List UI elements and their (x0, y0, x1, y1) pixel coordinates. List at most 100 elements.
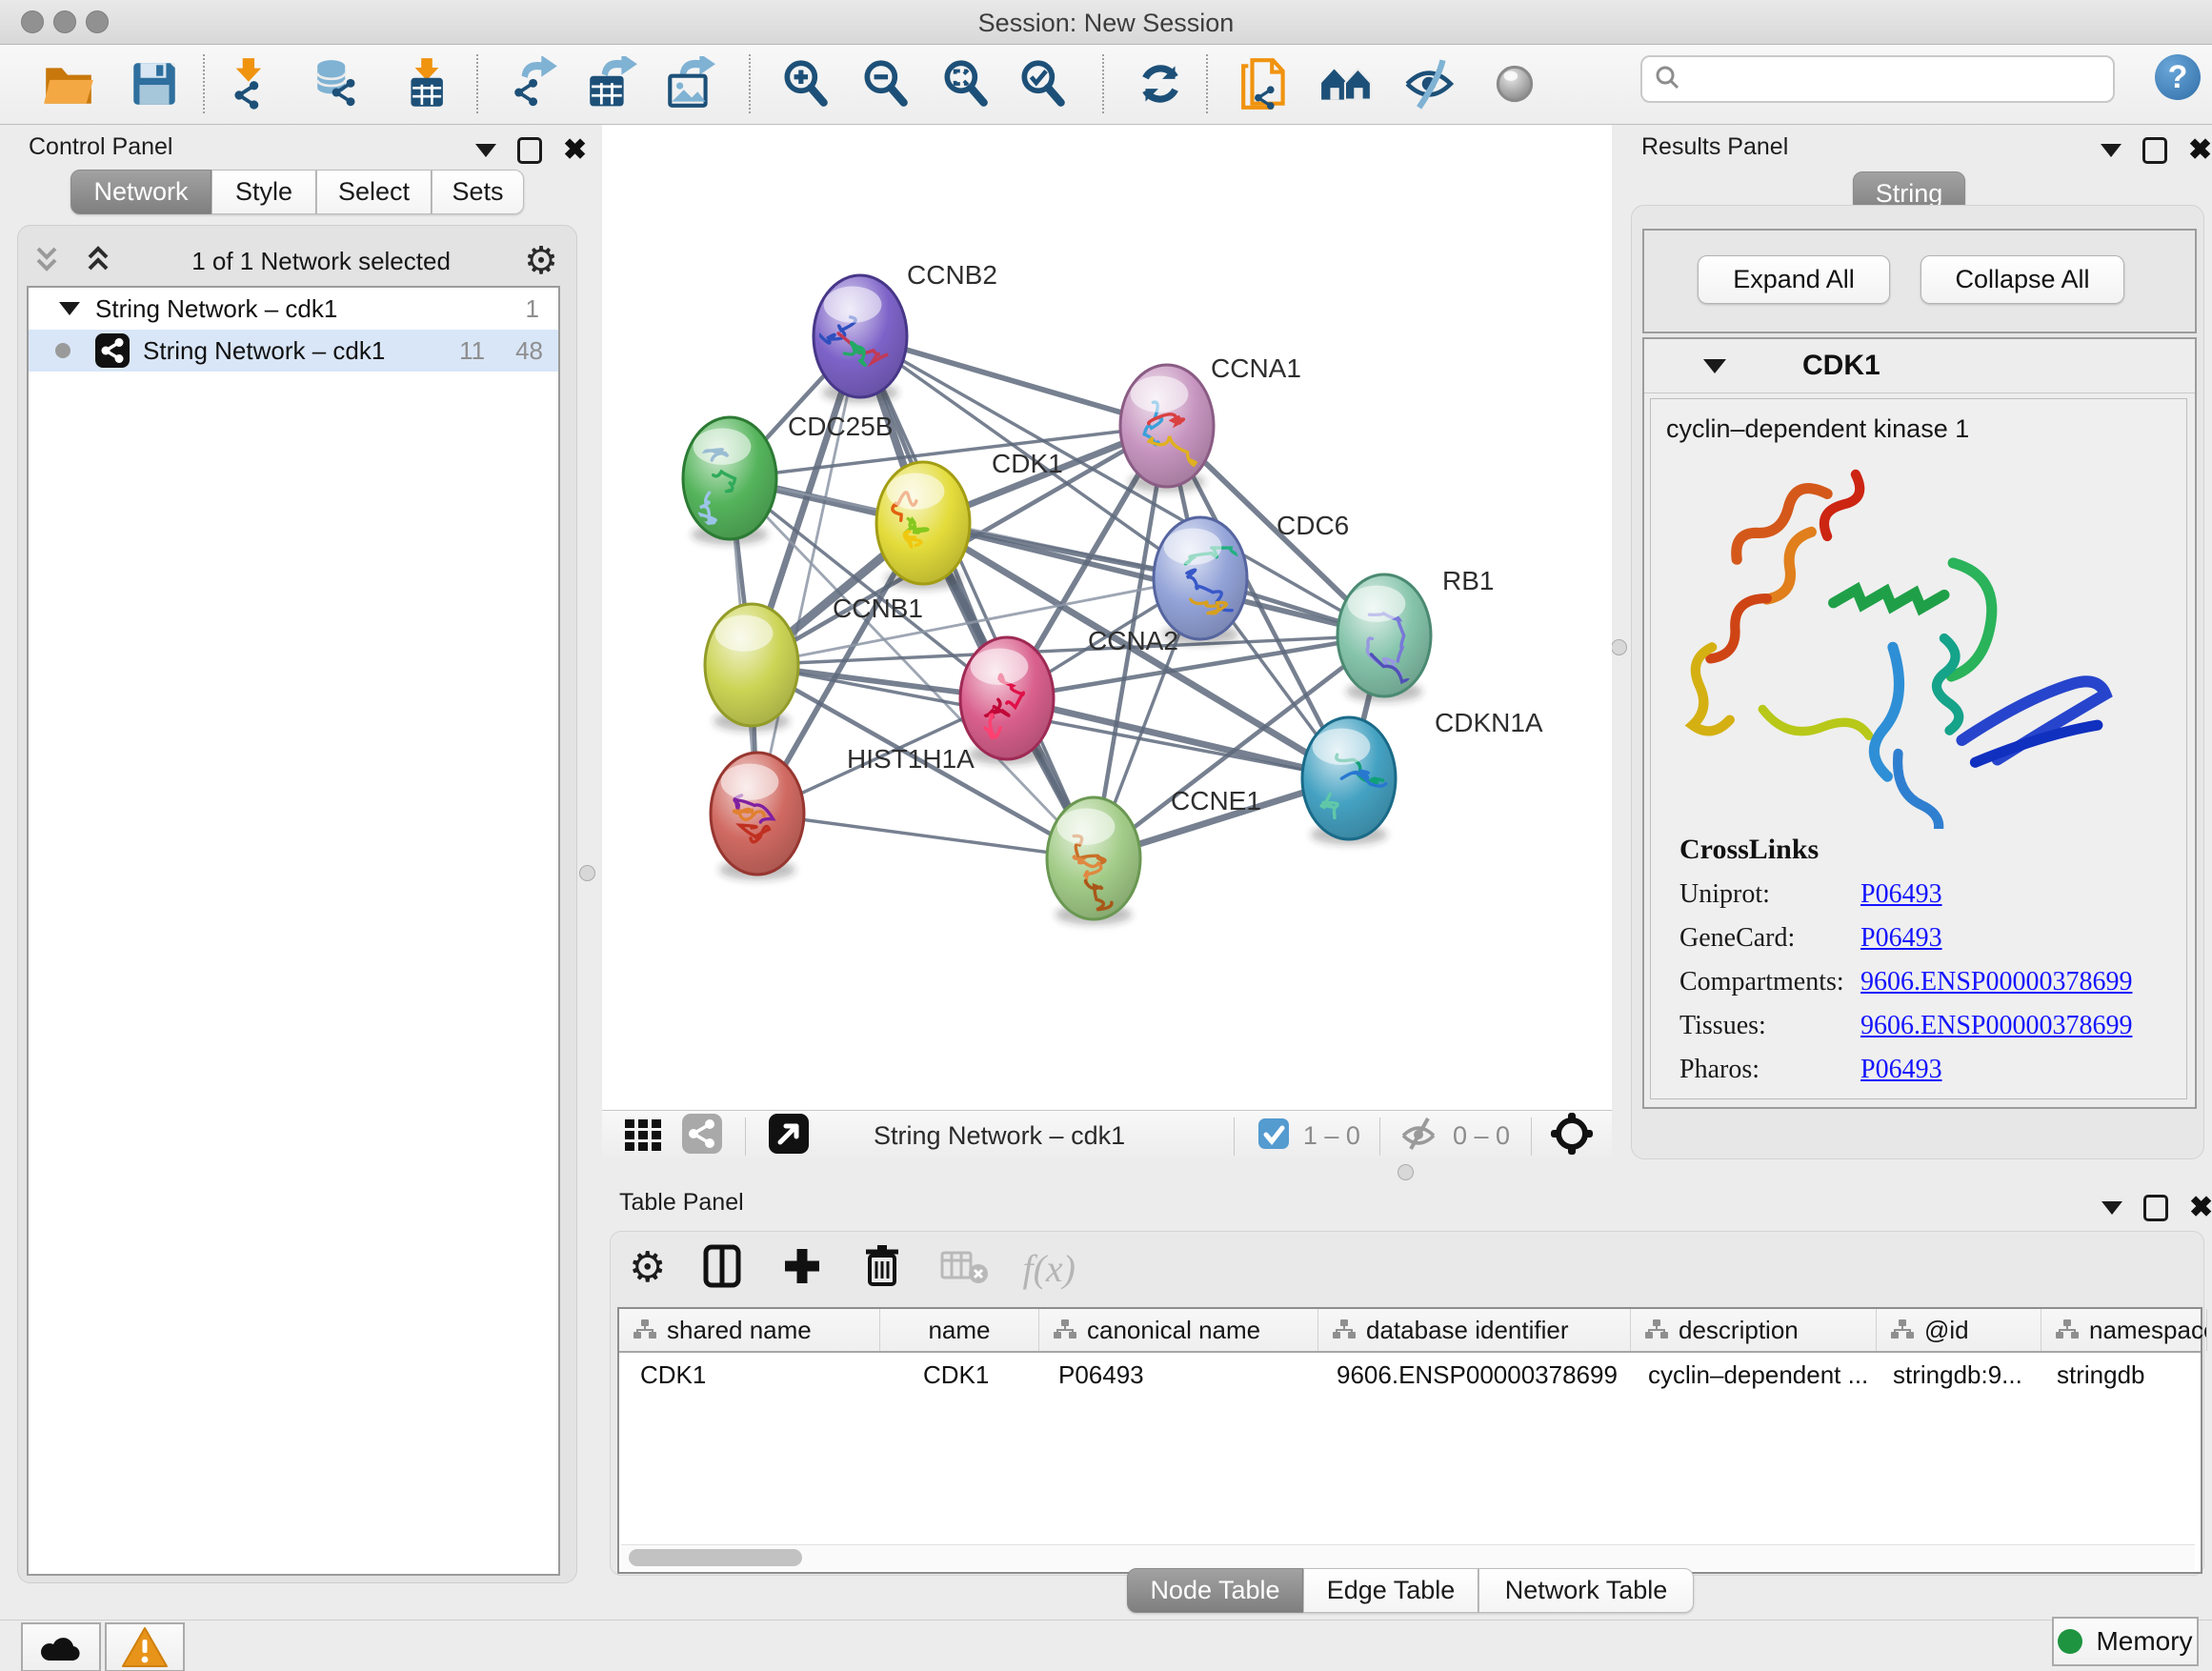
network-from-selection-icon[interactable] (1238, 56, 1294, 111)
column-header--id[interactable]: @id (1877, 1309, 2041, 1351)
network-share-icon[interactable] (680, 1112, 724, 1160)
session-home-icon[interactable] (1318, 56, 1374, 111)
apply-layout-icon[interactable] (1133, 56, 1188, 111)
selected-checkbox-icon[interactable] (1257, 1117, 1290, 1155)
crosslink-link[interactable]: P06493 (1860, 1055, 1942, 1085)
hidden-eye-slash-icon[interactable] (1398, 1115, 1439, 1158)
column-header-description[interactable]: description (1631, 1309, 1877, 1351)
network-node-ccnb2[interactable]: CCNB2 (814, 260, 997, 403)
zoom-out-icon[interactable] (858, 56, 914, 111)
protein-section: CDK1 cyclin–dependent kinase 1 (1642, 337, 2197, 1109)
column-header-canonical-name[interactable]: canonical name (1039, 1309, 1318, 1351)
collapse-panel-icon[interactable] (2101, 144, 2122, 157)
column-header-database-identifier[interactable]: database identifier (1318, 1309, 1631, 1351)
export-image-icon[interactable] (662, 56, 717, 111)
cloud-button[interactable] (21, 1622, 101, 1671)
crosslink-label: Uniprot: (1679, 879, 1860, 910)
node-label: CCNB2 (907, 260, 997, 290)
close-panel-icon[interactable]: ✖ (2189, 1198, 2212, 1218)
export-table-icon[interactable] (584, 56, 639, 111)
zoom-selected-icon[interactable] (1016, 56, 1071, 111)
table-cell: stringdb:9... (1872, 1353, 2036, 1393)
horizontal-splitter-handle[interactable] (1398, 1164, 1414, 1180)
network-options-gear-icon[interactable]: ⚙ (524, 242, 558, 280)
control-panel-tabs: NetworkStyleSelectSets (70, 170, 524, 214)
network-node-cdk1[interactable]: CDK1 (876, 449, 1063, 590)
search-input[interactable] (1690, 65, 2113, 94)
detach-view-icon[interactable] (767, 1112, 811, 1160)
network-node-cdc6[interactable]: CDC6 (1154, 511, 1349, 645)
graphics-details-icon[interactable] (1401, 56, 1457, 111)
protein-section-header[interactable]: CDK1 (1644, 339, 2195, 393)
warning-button[interactable] (105, 1622, 185, 1671)
column-header-namespace[interactable]: namespace (2041, 1309, 2207, 1351)
table-horizontal-scrollbar[interactable] (621, 1544, 2195, 1570)
network-row[interactable]: String Network – cdk1 11 48 (29, 330, 558, 372)
zoom-in-icon[interactable] (778, 56, 834, 111)
table-settings-gear-icon[interactable]: ⚙ (629, 1247, 666, 1289)
help-button[interactable]: ? (2155, 54, 2201, 100)
network-node-hist1h1a[interactable]: HIST1H1A (711, 744, 975, 880)
expand-all-button[interactable]: Expand All (1698, 255, 1890, 304)
memory-button[interactable]: Memory (2052, 1617, 2199, 1666)
float-panel-icon[interactable] (517, 137, 542, 164)
crosslink-link[interactable]: P06493 (1860, 923, 1942, 954)
collapse-all-networks-icon[interactable] (29, 243, 67, 280)
network-edge[interactable] (757, 336, 860, 814)
collapse-all-button[interactable]: Collapse All (1920, 255, 2124, 304)
tab-edge-table[interactable]: Edge Table (1303, 1568, 1478, 1613)
birdseye-view-icon[interactable] (1487, 56, 1542, 111)
column-header-shared-name[interactable]: shared name (619, 1309, 880, 1351)
network-node-count: 11 (459, 336, 485, 366)
delete-column-icon[interactable] (858, 1242, 906, 1295)
crosshair-target-icon[interactable] (1549, 1111, 1595, 1161)
canvas-results-splitter[interactable] (1612, 125, 1625, 1160)
float-panel-icon[interactable] (2142, 137, 2167, 164)
network-collection-row[interactable]: String Network – cdk1 1 (29, 288, 558, 330)
table-row[interactable]: CDK1CDK1P064939606.ENSP00000378699cyclin… (619, 1353, 2201, 1393)
column-header-name[interactable]: name (880, 1309, 1039, 1351)
open-file-icon[interactable] (41, 56, 96, 111)
network-canvas[interactable]: CCNB2 CCNA1 CDC25B CDK1 CDC6 RB1 CCNB1 C… (602, 125, 1612, 1110)
network-view-toolbar: String Network – cdk1 1 – 0 0 – 0 (602, 1110, 1612, 1161)
search-box[interactable] (1640, 55, 2115, 103)
table-panel: Table Panel ✖ ⚙ f(x) shared namenamecano (598, 1183, 2212, 1579)
tab-style[interactable]: Style (211, 170, 316, 214)
show-columns-icon[interactable] (698, 1242, 746, 1295)
float-panel-icon[interactable] (2143, 1195, 2168, 1221)
control-canvas-splitter-handle[interactable] (579, 865, 595, 881)
network-node-ccna2[interactable]: CCNA2 (960, 626, 1178, 765)
tab-sets[interactable]: Sets (432, 170, 524, 214)
network-node-ccne1[interactable]: CCNE1 (1047, 786, 1261, 925)
close-panel-icon[interactable]: ✖ (2188, 140, 2212, 161)
export-network-icon[interactable] (506, 56, 561, 111)
results-panel: Results Panel ✖ String Expand All Collap… (1624, 124, 2212, 1177)
expand-all-networks-icon[interactable] (80, 243, 118, 280)
collapse-panel-icon[interactable] (2101, 1201, 2122, 1215)
collapse-panel-icon[interactable] (475, 144, 496, 157)
network-edge[interactable] (757, 814, 1094, 858)
collection-name: String Network – cdk1 (95, 294, 337, 324)
protein-expander-icon[interactable] (1703, 359, 1726, 373)
node-label: CDKN1A (1435, 708, 1543, 737)
crosslink-link[interactable]: 9606.ENSP00000378699 (1860, 967, 2132, 997)
grid-view-icon[interactable] (621, 1112, 665, 1160)
tab-network[interactable]: Network (70, 170, 211, 214)
scrollbar-thumb[interactable] (629, 1549, 802, 1566)
tab-node-table[interactable]: Node Table (1127, 1568, 1303, 1613)
tab-select[interactable]: Select (316, 170, 432, 214)
crosslink-link[interactable]: P06493 (1860, 879, 1942, 910)
crosslink-link[interactable]: 9606.ENSP00000378699 (1860, 1011, 2132, 1041)
network-node-rb1[interactable]: RB1 (1337, 566, 1494, 702)
import-network-file-icon[interactable] (224, 56, 279, 111)
save-session-icon[interactable] (127, 56, 182, 111)
title-bar: Session: New Session (0, 0, 2212, 45)
add-column-icon[interactable] (778, 1242, 826, 1295)
import-table-icon[interactable] (399, 56, 454, 111)
network-node-cdkn1a[interactable]: CDKN1A (1302, 708, 1543, 845)
collection-expander-icon[interactable] (59, 302, 80, 315)
tab-network-table[interactable]: Network Table (1478, 1568, 1694, 1613)
close-panel-icon[interactable]: ✖ (563, 140, 587, 161)
zoom-fit-icon[interactable] (938, 56, 994, 111)
import-network-database-icon[interactable] (312, 56, 367, 111)
